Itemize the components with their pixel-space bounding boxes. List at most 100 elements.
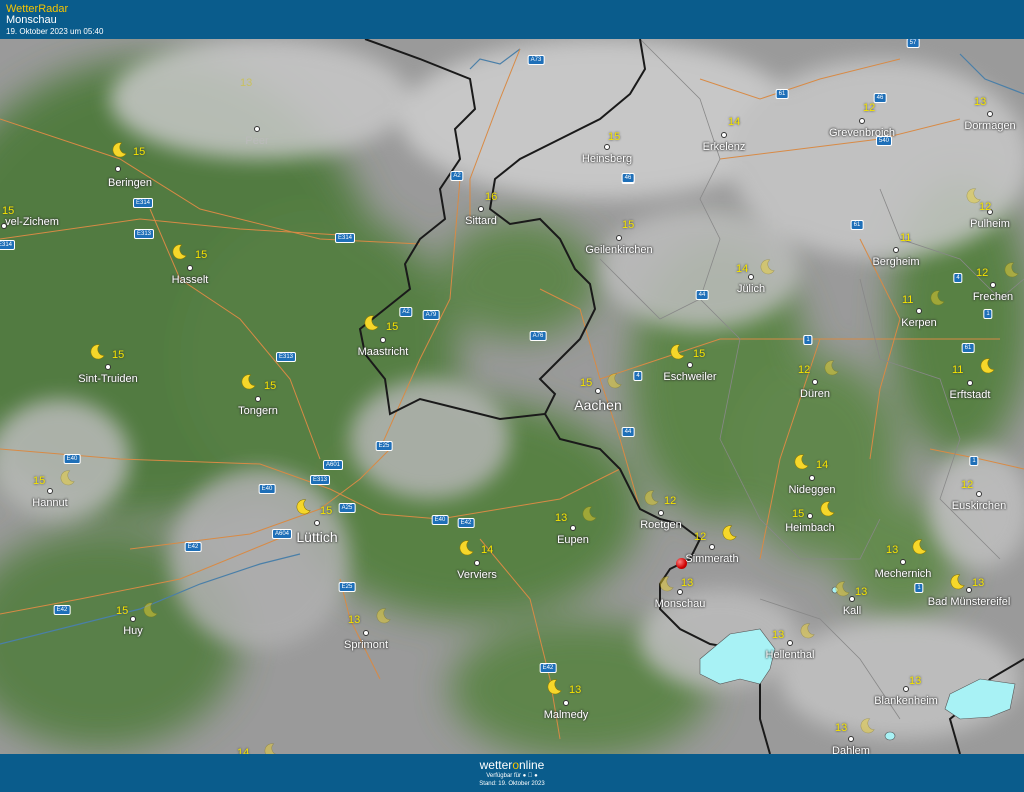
temperature-value: 11: [952, 364, 964, 376]
temperature-value: 13: [886, 544, 899, 556]
crescent-moon-icon: [170, 243, 188, 261]
city-dot: [130, 616, 136, 622]
city-dot: [893, 247, 899, 253]
city-label[interactable]: Pulheim: [970, 218, 1010, 230]
city-label[interactable]: Huy: [123, 625, 143, 637]
city-label[interactable]: Sittard: [465, 215, 497, 227]
road-shield: E314: [132, 198, 154, 208]
city-label[interactable]: vel-Zichem: [5, 216, 59, 228]
temperature-value: 13: [855, 586, 868, 598]
city-label[interactable]: Hannut: [32, 497, 67, 509]
crescent-moon-icon: [141, 601, 159, 619]
city-label[interactable]: Kall: [843, 605, 861, 617]
city-label[interactable]: Dahlem: [832, 745, 870, 754]
city-label[interactable]: Erkelenz: [703, 141, 746, 153]
city-label[interactable]: Hasselt: [172, 274, 209, 286]
city-label[interactable]: Lüttich: [296, 529, 337, 545]
city-label[interactable]: Mechernich: [875, 568, 932, 580]
city-label[interactable]: Peer: [245, 135, 268, 147]
city-dot: [616, 235, 622, 241]
road-shield: A601: [322, 460, 344, 470]
city-dot: [812, 379, 818, 385]
city-dot: [859, 118, 865, 124]
temperature-value: 15: [195, 249, 208, 261]
city-dot: [976, 491, 982, 497]
city-label[interactable]: Bad Münstereifel: [928, 596, 1011, 608]
city-dot: [474, 560, 480, 566]
temperature-value: 13: [974, 96, 987, 108]
city-dot: [314, 520, 320, 526]
city-label[interactable]: Kerpen: [901, 317, 936, 329]
city-label[interactable]: Tongern: [238, 405, 278, 417]
city-label[interactable]: Simmerath: [685, 553, 738, 565]
city-label[interactable]: Blankenheim: [874, 695, 938, 707]
city-dot: [900, 559, 906, 565]
city-dot: [254, 126, 260, 132]
location-title: Monschau: [6, 14, 57, 26]
header-bar: WetterRadar Monschau 19. Oktober 2023 um…: [0, 0, 1024, 39]
city-label[interactable]: Bergheim: [872, 256, 919, 268]
city-label[interactable]: Frechen: [973, 291, 1013, 303]
city-label[interactable]: Nideggen: [788, 484, 835, 496]
road-shield: E40: [63, 454, 81, 464]
road-shield: E40: [258, 484, 276, 494]
wetteronline-logo[interactable]: wetteronline: [0, 758, 1024, 772]
city-label[interactable]: Malmedy: [544, 709, 589, 721]
road-shield: A79: [422, 310, 440, 320]
city-dot: [658, 510, 664, 516]
temperature-value: 15: [693, 348, 706, 360]
city-label[interactable]: Eupen: [557, 534, 589, 546]
city-label[interactable]: Düren: [800, 388, 830, 400]
city-label[interactable]: Verviers: [457, 569, 497, 581]
city-dot: [807, 513, 813, 519]
city-label[interactable]: Sint-Truiden: [78, 373, 138, 385]
city-label[interactable]: Geilenkirchen: [585, 244, 652, 256]
road-shield: 4: [633, 371, 643, 381]
road-shield: E40: [431, 515, 449, 525]
road-shield: E42: [53, 605, 71, 615]
city-label[interactable]: Eschweiler: [663, 371, 716, 383]
app-store-icons[interactable]: ●  ●: [523, 773, 538, 779]
temperature-value: 15: [116, 605, 129, 617]
temperature-value: 12: [863, 102, 876, 114]
temperature-value: 13: [555, 512, 568, 524]
temperature-value: 15: [320, 505, 333, 517]
city-label[interactable]: Dormagen: [964, 120, 1015, 132]
road-shield: 1: [914, 583, 924, 593]
crescent-moon-icon: [457, 539, 475, 557]
city-label[interactable]: Hellenthal: [766, 649, 815, 661]
temperature-value: 15: [33, 475, 46, 487]
city-dot: [748, 274, 754, 280]
temperature-value: 12: [798, 364, 811, 376]
road-shield: E42: [184, 542, 202, 552]
city-label[interactable]: Erftstadt: [950, 389, 991, 401]
crescent-moon-icon: [88, 343, 106, 361]
crescent-moon-icon: [792, 453, 810, 471]
radar-map[interactable]: Peer 13 Beringen 15 vel-Zichem 15 Hasselt 15 Sin…: [0, 39, 1024, 754]
location-pin-icon[interactable]: [676, 558, 687, 569]
road-shield: E313: [133, 229, 155, 239]
city-label[interactable]: Roetgen: [640, 519, 682, 531]
city-label[interactable]: Aachen: [574, 397, 621, 413]
temperature-value: 15: [112, 349, 125, 361]
city-label[interactable]: Sprimont: [344, 639, 388, 651]
city-label[interactable]: Monschau: [655, 598, 706, 610]
temperature-value: 16: [485, 191, 498, 203]
city-dot: [380, 337, 386, 343]
temperature-value: 15: [2, 205, 15, 217]
city-label[interactable]: Heinsberg: [582, 153, 632, 165]
crescent-moon-icon: [948, 573, 966, 591]
road-shield: 4: [953, 273, 963, 283]
road-shield: E25: [338, 582, 356, 592]
city-label[interactable]: Maastricht: [358, 346, 409, 358]
city-label[interactable]: Euskirchen: [952, 500, 1006, 512]
road-shield: E314: [0, 240, 16, 250]
road-shield: E42: [539, 663, 557, 673]
city-label[interactable]: Heimbach: [785, 522, 835, 534]
crescent-moon-icon: [978, 357, 996, 375]
crescent-moon-icon: [239, 373, 257, 391]
city-dot: [478, 206, 484, 212]
city-dot: [604, 144, 610, 150]
city-label[interactable]: Jülich: [737, 283, 765, 295]
city-label[interactable]: Beringen: [108, 177, 152, 189]
